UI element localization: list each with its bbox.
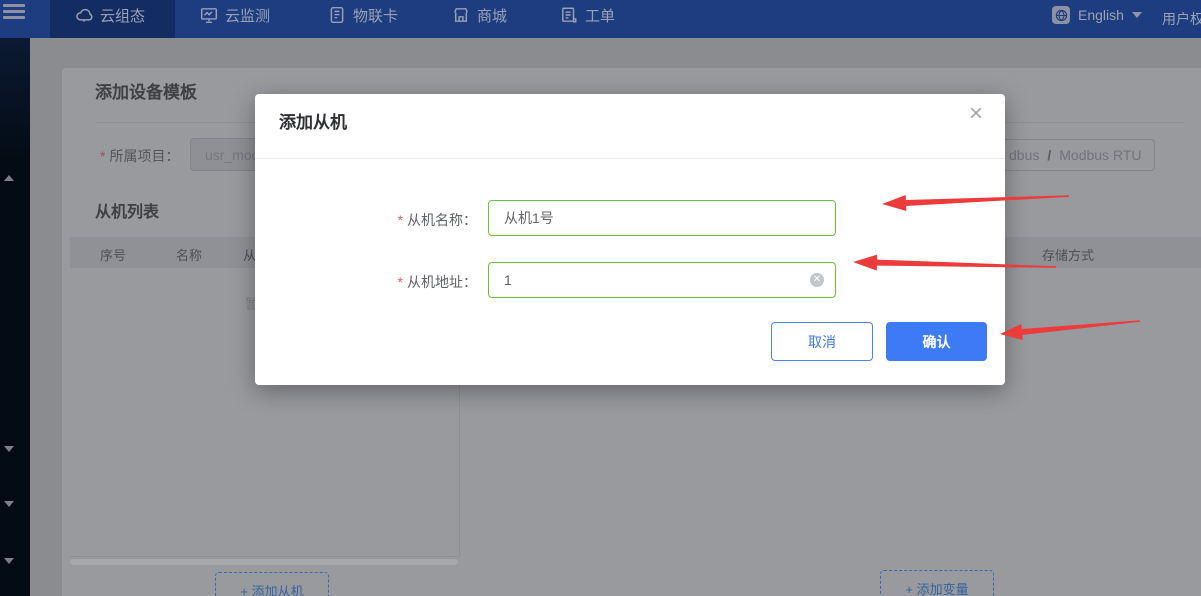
nav-item-label: 物联卡 <box>353 5 398 26</box>
project-label-text: 所属项目： <box>109 148 179 164</box>
page-title: 添加设备模板 <box>95 78 197 103</box>
nav-item-label: 云监测 <box>225 5 270 26</box>
table-bottom-border <box>70 556 458 557</box>
project-field-label: *所属项目： <box>100 146 179 166</box>
screen: 云组态 云监测 物联卡 <box>0 0 1201 596</box>
sidebar-expand-down-icon[interactable] <box>4 446 14 452</box>
add-slave-dialog: 添加从机 × *从机名称： *从机地址： ✕ 取消 确认 <box>255 94 1005 385</box>
slave-list-title: 从机列表 <box>95 198 159 222</box>
nav-item-mall[interactable]: 商城 <box>452 0 507 30</box>
hamburger-menu-icon[interactable] <box>3 4 25 22</box>
sidebar-expand-up-icon[interactable] <box>4 175 14 181</box>
required-asterisk: * <box>398 212 403 228</box>
protocol-separator: / <box>1047 147 1051 163</box>
chevron-down-icon <box>1132 12 1142 18</box>
protocol-right: Modbus RTU <box>1059 147 1141 163</box>
cloud-monitor-icon <box>200 6 218 24</box>
header-cell-index: 序号 <box>100 245 126 264</box>
slave-address-input[interactable] <box>488 262 836 298</box>
collapsed-sidebar <box>0 38 30 596</box>
slave-address-label: *从机地址： <box>312 272 477 292</box>
add-slave-button[interactable]: + 添加从机 <box>215 572 329 596</box>
required-asterisk: * <box>398 274 403 290</box>
slave-address-input-wrap: ✕ <box>488 262 836 298</box>
user-menu-label: 用户权 <box>1162 11 1201 27</box>
nav-item-cloud-config[interactable]: 云组态 <box>75 0 145 30</box>
nav-item-work-order[interactable]: 工单 <box>560 0 615 30</box>
slave-name-input[interactable] <box>488 200 836 236</box>
protocol-breadcrumb: dbus / Modbus RTU <box>985 139 1155 171</box>
cancel-button[interactable]: 取消 <box>771 322 873 361</box>
dialog-header-divider <box>255 158 1005 159</box>
dialog-title: 添加从机 <box>279 108 347 133</box>
nav-item-label: 工单 <box>585 5 615 26</box>
protocol-left: dbus <box>1009 147 1039 163</box>
clear-input-icon[interactable]: ✕ <box>810 273 824 287</box>
add-variable-button[interactable]: + 添加变量 <box>880 570 994 596</box>
horizontal-scrollbar[interactable] <box>70 559 458 565</box>
iot-card-icon <box>328 6 346 24</box>
language-selector[interactable]: English <box>1052 6 1142 24</box>
slave-name-label-text: 从机名称： <box>407 212 477 228</box>
slave-name-label: *从机名称： <box>312 210 477 230</box>
header-cell-storage: 存储方式 <box>1042 245 1094 264</box>
user-menu[interactable]: 用户权 <box>1162 9 1201 29</box>
slave-address-label-text: 从机地址： <box>407 274 477 290</box>
globe-icon <box>1052 6 1070 24</box>
nav-item-iot-card[interactable]: 物联卡 <box>328 0 398 30</box>
nav-item-label: 云组态 <box>100 5 145 26</box>
top-nav-bar: 云组态 云监测 物联卡 <box>0 0 1201 38</box>
required-asterisk: * <box>100 148 105 164</box>
header-cell-name: 名称 <box>176 245 202 264</box>
sidebar-expand-down-icon[interactable] <box>4 501 14 507</box>
nav-item-cloud-monitor[interactable]: 云监测 <box>200 0 270 30</box>
mall-icon <box>452 6 470 24</box>
language-label: English <box>1078 7 1124 23</box>
close-icon[interactable]: × <box>969 102 983 126</box>
sidebar-expand-down-icon[interactable] <box>4 558 14 564</box>
confirm-button[interactable]: 确认 <box>886 322 987 361</box>
work-order-icon <box>560 6 578 24</box>
nav-item-label: 商城 <box>477 5 507 26</box>
cloud-config-icon <box>75 6 93 24</box>
